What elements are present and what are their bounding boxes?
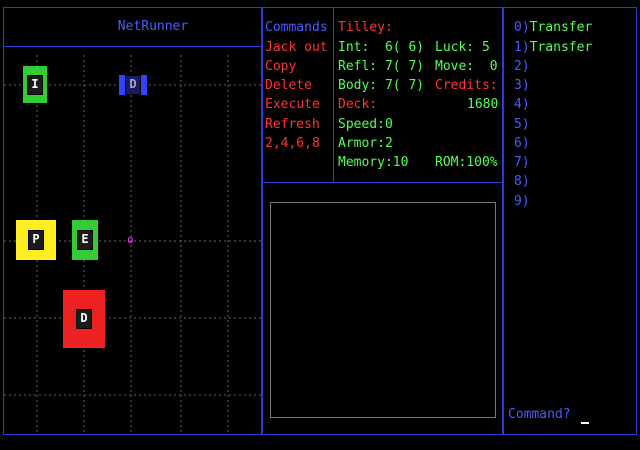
command-copy[interactable]: Copy bbox=[265, 57, 331, 77]
program-slot-1[interactable]: 1)Transfer bbox=[514, 38, 592, 58]
map-title: NetRunner bbox=[117, 19, 189, 34]
stat-luck: Luck: 5 bbox=[435, 40, 490, 55]
map-node-icon[interactable]: D bbox=[119, 75, 147, 95]
program-slot-5[interactable]: 5) bbox=[514, 115, 530, 135]
command-refresh[interactable]: Refresh bbox=[265, 115, 331, 135]
credits-value: 1680 bbox=[467, 97, 499, 112]
map-node-icon[interactable]: D bbox=[63, 290, 105, 348]
stat-speed: Speed:0 bbox=[338, 117, 393, 132]
command-execute[interactable]: Execute bbox=[265, 95, 331, 115]
stat-refl: Refl: 7( 7) bbox=[338, 59, 425, 74]
command-move-keys[interactable]: 2,4,6,8 bbox=[265, 134, 331, 154]
program-slot-0[interactable]: 0)Transfer bbox=[514, 18, 592, 38]
commands-title: Commands bbox=[265, 20, 328, 35]
deck-label: Deck: bbox=[338, 97, 378, 112]
program-slot-6[interactable]: 6) bbox=[514, 134, 530, 154]
program-slot-2[interactable]: 2) bbox=[514, 57, 530, 77]
stat-armor: Armor:2 bbox=[338, 136, 393, 151]
command-prompt: Command? bbox=[508, 407, 571, 422]
map-marker-icon[interactable]: o bbox=[127, 230, 134, 250]
program-slot-7[interactable]: 7) bbox=[514, 153, 530, 173]
stat-move: Move: 0 bbox=[435, 59, 498, 74]
credits-label: Credits: bbox=[435, 78, 498, 93]
map-node-icon[interactable]: E bbox=[72, 220, 98, 260]
program-slot-8[interactable]: 8) bbox=[514, 172, 530, 192]
stat-int: Int: 6( 6) bbox=[338, 40, 425, 55]
program-slot-9[interactable]: 9) bbox=[514, 192, 530, 212]
command-delete[interactable]: Delete bbox=[265, 76, 331, 96]
command-input-cursor[interactable] bbox=[581, 422, 589, 424]
stat-body: Body: 7( 7) bbox=[338, 78, 425, 93]
map-node-icon[interactable]: P bbox=[16, 220, 56, 260]
map-node-icon[interactable]: I bbox=[23, 66, 47, 103]
stat-rom: ROM:100% bbox=[435, 155, 498, 170]
program-slot-4[interactable]: 4) bbox=[514, 95, 530, 115]
viewer-box bbox=[270, 202, 496, 418]
stat-memory: Memory:10 bbox=[338, 155, 409, 170]
program-slot-3[interactable]: 3) bbox=[514, 76, 530, 96]
command-jack-out[interactable]: Jack out bbox=[265, 38, 331, 58]
character-name: Tilley: bbox=[338, 20, 393, 35]
